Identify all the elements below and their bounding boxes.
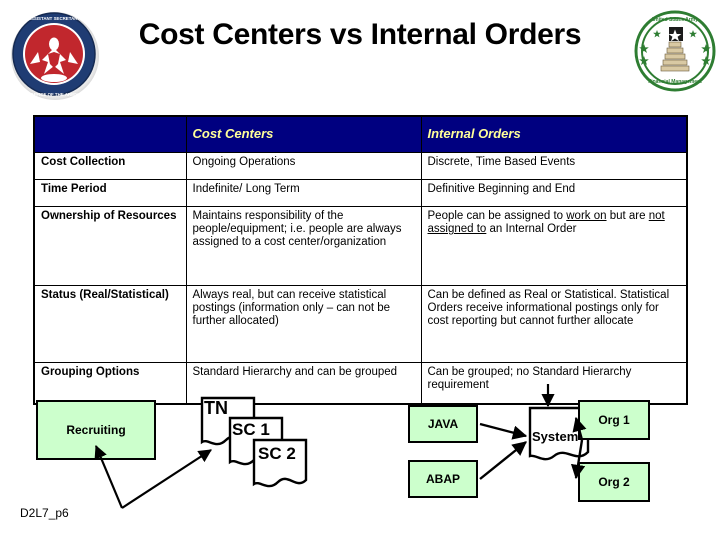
bottom-diagram: Recruiting TN SC 1 SC 2 JAVA ABAP System… (0, 378, 720, 540)
ownership-io-before: People can be assigned to (427, 210, 567, 222)
table-row: Ownership of Resources Maintains respons… (33, 206, 688, 286)
cell-status-cc: Always real, but can receive statistical… (185, 285, 422, 363)
asa-seal-svg: ASSISTANT SECRETARY OFFICE OF THE ARMY (11, 12, 99, 100)
table-row: Time Period Indefinite/ Long Term Defini… (33, 179, 688, 207)
svg-text:OFFICE OF THE ARMY: OFFICE OF THE ARMY (30, 92, 77, 97)
header-internal-orders: Internal Orders (420, 115, 688, 153)
diagram-arrows (94, 384, 587, 509)
cell-cost-collection-cc: Ongoing Operations (185, 152, 422, 180)
svg-text:ASSISTANT SECRETARY: ASSISTANT SECRETARY (28, 16, 80, 21)
row-label-cost-collection: Cost Collection (33, 152, 187, 180)
ownership-io-underline-work-on: work on (566, 210, 607, 222)
table-row: Status (Real/Statistical) Always real, b… (33, 285, 688, 363)
footer-slide-code: D2L7_p6 (20, 506, 69, 520)
cost-centers-vs-internal-orders-table: Cost Centers Internal Orders Cost Collec… (33, 115, 688, 405)
army-seal-logo: United States Army Financial Management (634, 10, 716, 92)
row-label-time-period: Time Period (33, 179, 187, 207)
cell-cost-collection-io: Discrete, Time Based Events (420, 152, 688, 180)
asa-seal-logo: ASSISTANT SECRETARY OFFICE OF THE ARMY (8, 8, 102, 102)
army-seal-svg: United States Army Financial Management (634, 10, 716, 92)
ownership-io-middle: but are (606, 210, 649, 222)
cell-time-period-cc: Indefinite/ Long Term (185, 179, 422, 207)
page-title: Cost Centers vs Internal Orders (138, 18, 582, 51)
cell-time-period-io: Definitive Beginning and End (420, 179, 688, 207)
row-label-ownership-of-resources: Ownership of Resources (33, 206, 187, 286)
svg-text:Financial Management: Financial Management (648, 79, 702, 85)
cell-status-io: Can be defined as Real or Statistical. S… (420, 285, 688, 363)
header-cost-centers: Cost Centers (185, 115, 422, 153)
cell-ownership-cc: Maintains responsibility of the people/e… (185, 206, 422, 286)
header-blank (33, 115, 187, 153)
ownership-io-after: an Internal Order (486, 223, 577, 236)
svg-text:United States Army: United States Army (652, 17, 698, 23)
cell-ownership-io: People can be assigned to work on but ar… (420, 206, 688, 286)
table-header-row: Cost Centers Internal Orders (33, 115, 688, 153)
row-label-status: Status (Real/Statistical) (33, 285, 187, 363)
table-row: Cost Collection Ongoing Operations Discr… (33, 152, 688, 180)
